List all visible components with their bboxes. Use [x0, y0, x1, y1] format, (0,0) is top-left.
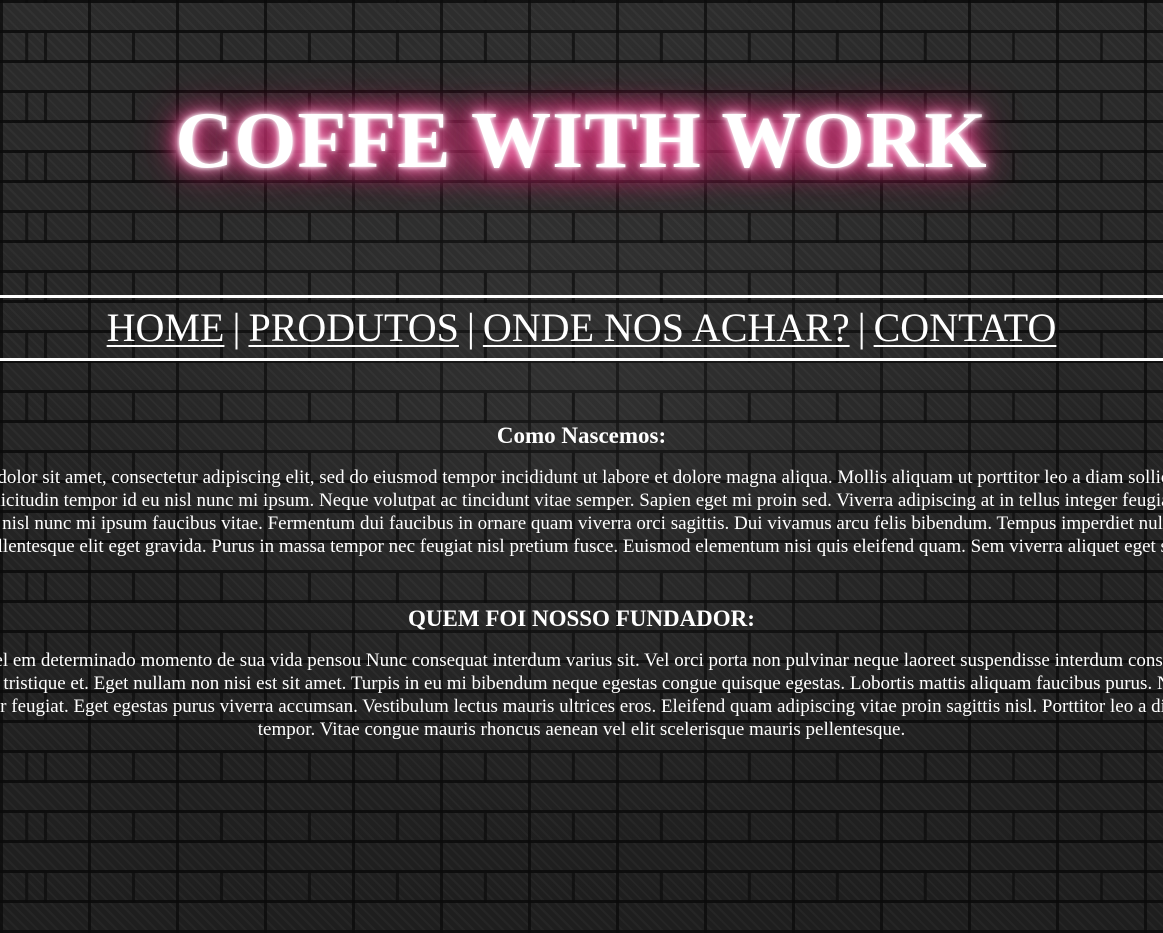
site-title: COFFE WITH WORK	[175, 97, 988, 185]
section-title-fundador: QUEM FOI NOSSO FUNDADOR:	[408, 606, 755, 631]
section-body-wrapper: Lorem ipsum dolor sit amet, consectetur …	[0, 466, 1163, 581]
main-content: Como Nascemos: Lorem ipsum dolor sit ame…	[0, 420, 1163, 764]
site-header: COFFE WITH WORK	[0, 0, 1163, 295]
section-title-como-nascemos: Como Nascemos:	[496, 423, 667, 448]
nav-link-produtos[interactable]: PRODUTOS	[248, 305, 458, 350]
nav-link-home[interactable]: HOME	[107, 305, 225, 350]
nav-link-contato[interactable]: CONTATO	[874, 305, 1057, 350]
section-text-fundador: Paulo Samuel em determinado momento de s…	[0, 650, 1163, 740]
main-nav: HOME | PRODUTOS | ONDE NOS ACHAR? | CONTATO	[0, 295, 1163, 361]
nav-separator: |	[466, 305, 475, 350]
nav-link-onde-nos-achar[interactable]: ONDE NOS ACHAR?	[483, 305, 850, 350]
section-body-wrapper: Paulo Samuel em determinado momento de s…	[0, 649, 1163, 764]
nav-separator: |	[232, 305, 241, 350]
section-text-como-nascemos: Lorem ipsum dolor sit amet, consectetur …	[0, 467, 1163, 557]
nav-separator: |	[857, 305, 866, 350]
